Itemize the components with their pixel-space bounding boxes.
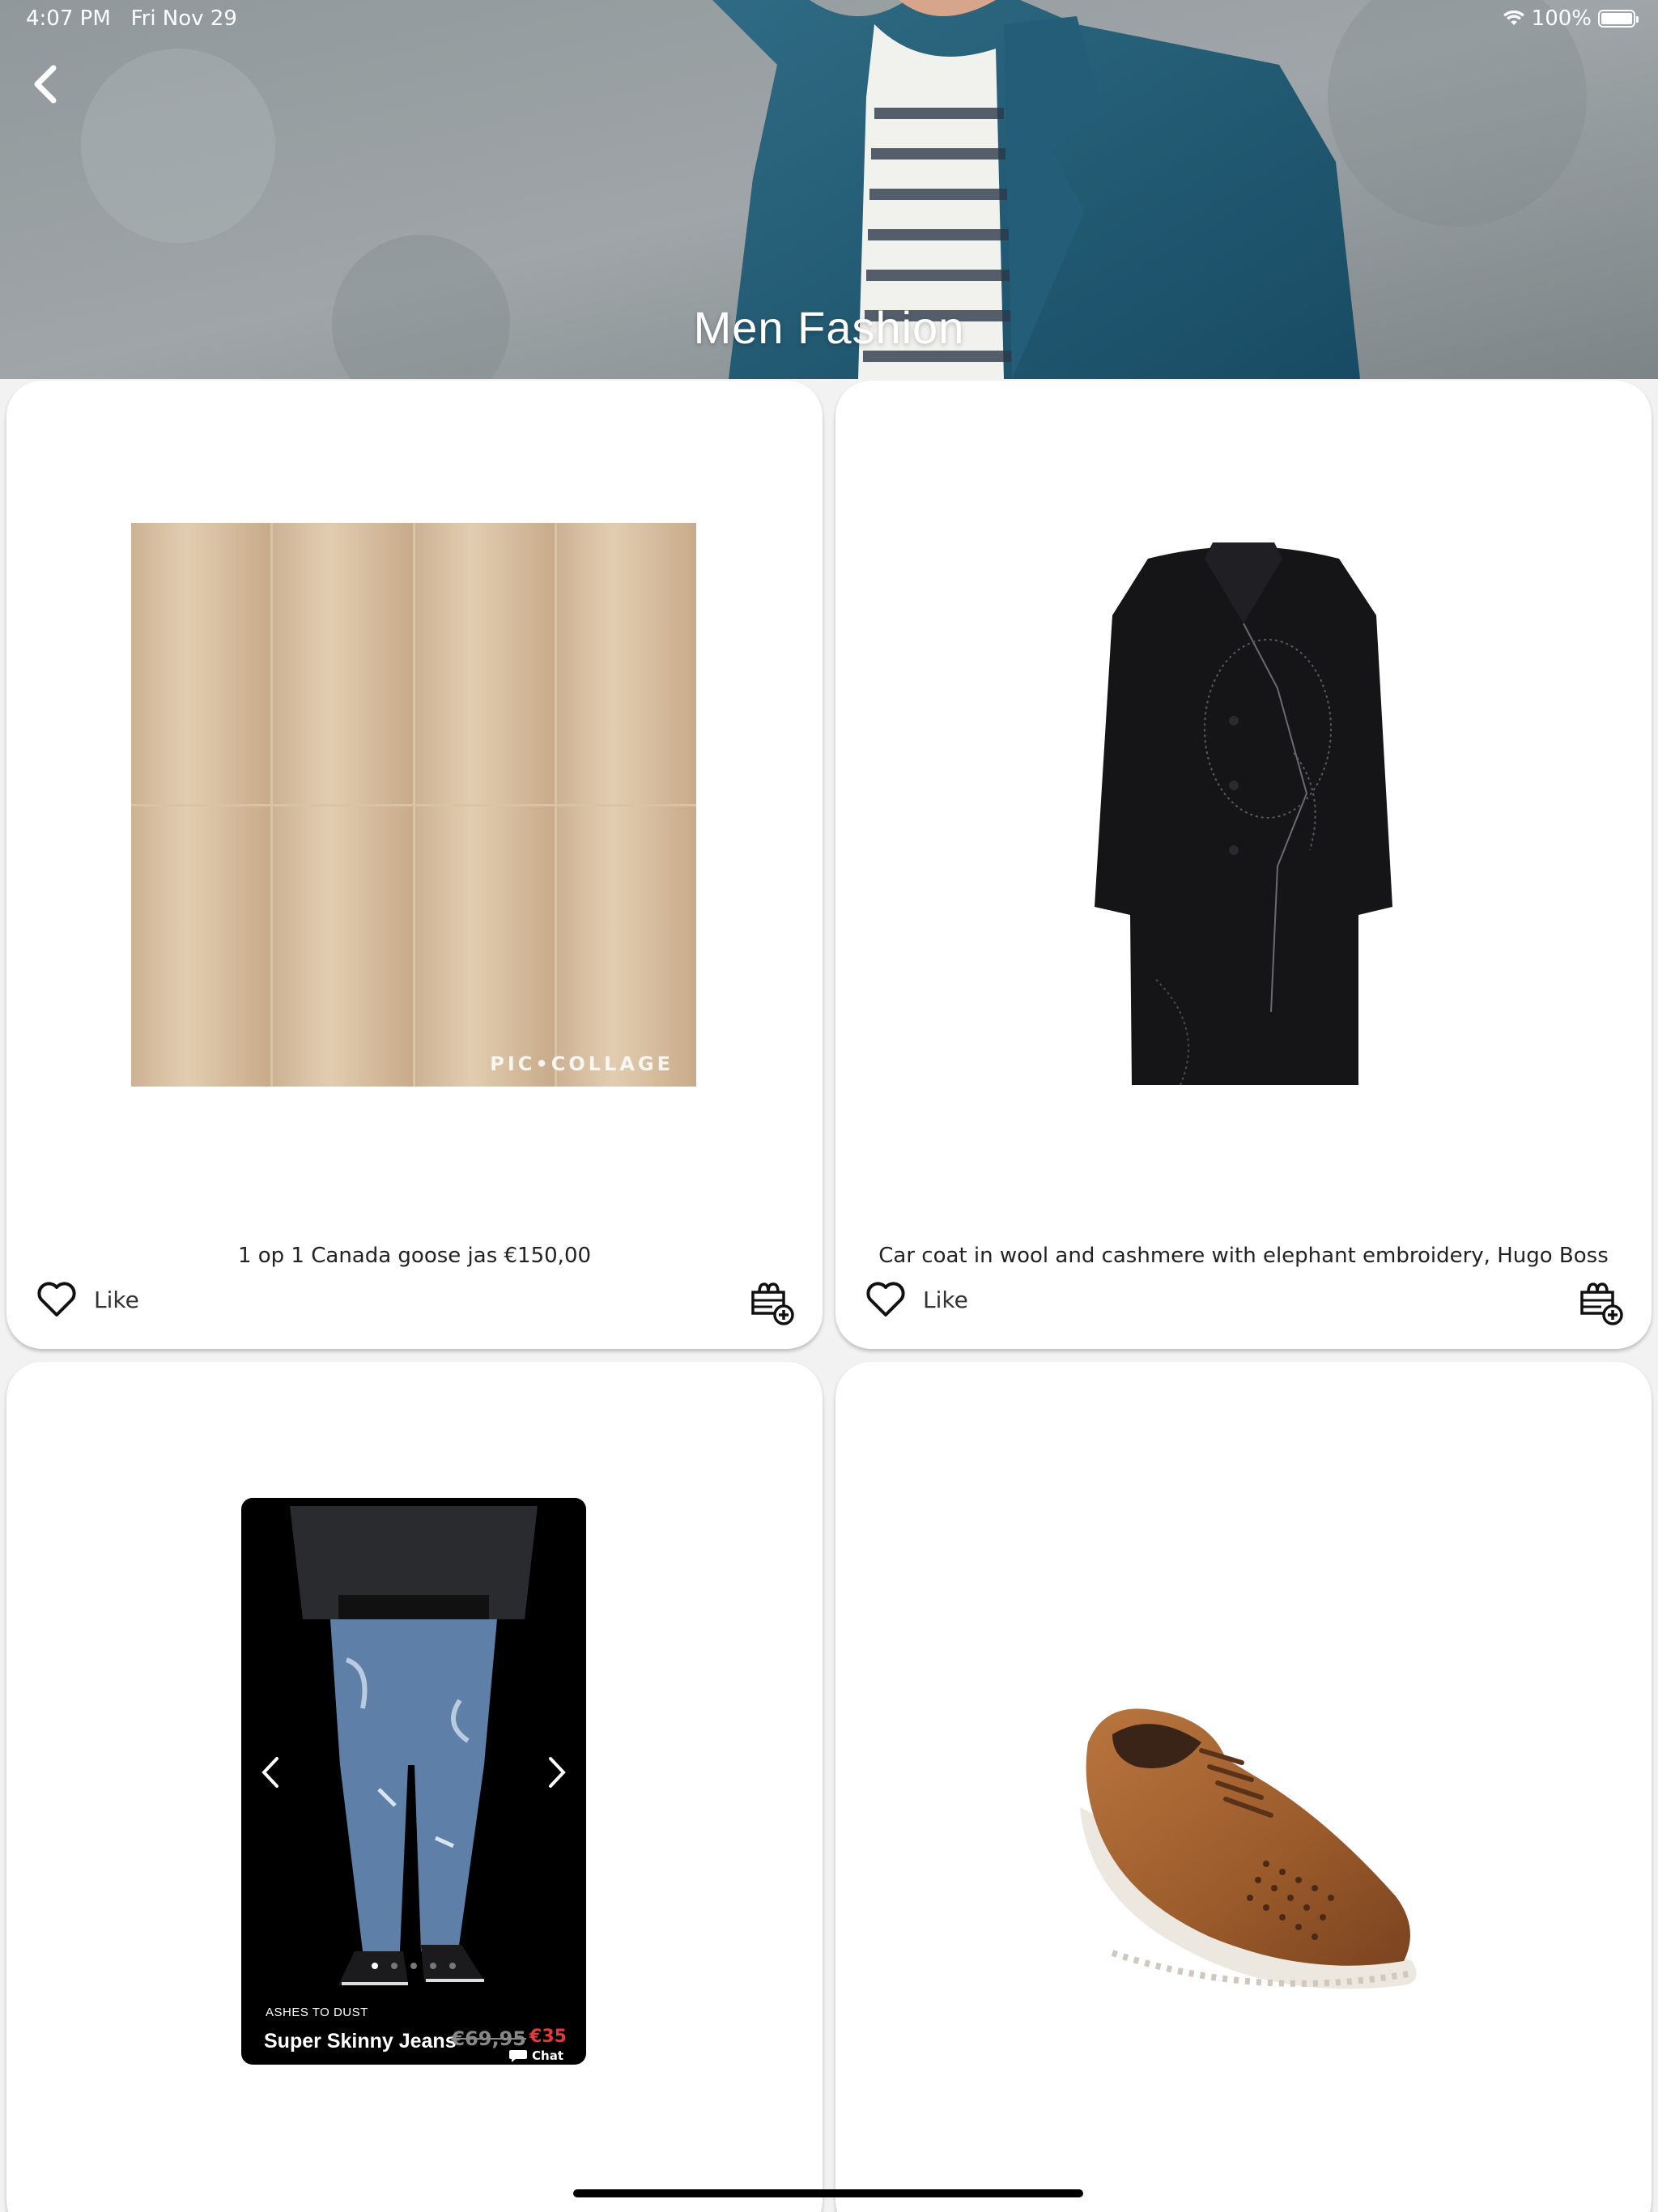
product-card[interactable]: ASHES TO DUST Super Skinny Jeans €69,95 … bbox=[6, 1362, 823, 2212]
heart-icon[interactable] bbox=[36, 1281, 78, 1318]
slide-dots[interactable] bbox=[241, 1963, 586, 1969]
collage-cell bbox=[556, 806, 696, 1087]
home-indicator[interactable] bbox=[573, 2189, 1083, 2197]
story-brand: ASHES TO DUST bbox=[266, 2006, 368, 2019]
product-image[interactable] bbox=[1083, 526, 1404, 1090]
status-date: Fri Nov 29 bbox=[130, 6, 237, 31]
product-card[interactable] bbox=[835, 1362, 1652, 2212]
page-title: Men Fashion bbox=[693, 302, 965, 353]
status-clock: 4:07 PM bbox=[26, 6, 111, 31]
chevron-right-icon[interactable] bbox=[547, 1755, 567, 1789]
story-product-name: Super Skinny Jeans bbox=[264, 2030, 457, 2052]
product-image[interactable]: PIC•COLLAGE bbox=[131, 523, 696, 1087]
category-header: 4:07 PM Fri Nov 29 100% Men Fashion bbox=[0, 0, 1658, 379]
like-label: Like bbox=[94, 1286, 139, 1313]
add-to-cart-icon[interactable] bbox=[748, 1281, 797, 1326]
like-button[interactable]: Like bbox=[865, 1281, 968, 1318]
collage-cell bbox=[414, 806, 555, 1087]
slide-dot[interactable] bbox=[391, 1963, 397, 1969]
collage-cell bbox=[131, 523, 271, 804]
collage-cell bbox=[273, 523, 413, 804]
status-bar: 4:07 PM Fri Nov 29 100% bbox=[0, 0, 1658, 39]
add-to-cart-icon[interactable] bbox=[1577, 1281, 1626, 1326]
collage-cell bbox=[556, 523, 696, 804]
slide-dot[interactable] bbox=[410, 1963, 417, 1969]
product-card[interactable]: PIC•COLLAGE 1 op 1 Canada goose jas €150… bbox=[6, 381, 823, 1349]
like-button[interactable]: Like bbox=[36, 1281, 139, 1318]
chat-bubble-icon bbox=[509, 2050, 527, 2062]
slide-dot[interactable] bbox=[449, 1963, 456, 1969]
product-title: Car coat in wool and cashmere with eleph… bbox=[878, 1244, 1609, 1268]
wifi-icon bbox=[1503, 11, 1524, 25]
product-image[interactable] bbox=[1064, 1686, 1436, 2010]
chevron-left-icon[interactable] bbox=[261, 1755, 280, 1789]
battery-icon bbox=[1598, 10, 1639, 28]
product-image[interactable]: ASHES TO DUST Super Skinny Jeans €69,95 … bbox=[241, 1498, 586, 2065]
status-right: 100% bbox=[1503, 6, 1639, 31]
story-sale-price: €35 bbox=[529, 2027, 567, 2047]
battery-percent: 100% bbox=[1531, 6, 1592, 31]
status-time: 4:07 PM Fri Nov 29 bbox=[26, 6, 237, 31]
chevron-left-icon[interactable] bbox=[29, 63, 62, 105]
heart-icon[interactable] bbox=[865, 1281, 907, 1318]
collage-cell bbox=[131, 806, 271, 1087]
slide-dot[interactable] bbox=[430, 1963, 436, 1969]
collage-cell bbox=[414, 523, 555, 804]
collage-cell bbox=[273, 806, 413, 1087]
like-label: Like bbox=[923, 1286, 968, 1313]
product-title: 1 op 1 Canada goose jas €150,00 bbox=[237, 1244, 592, 1268]
product-card[interactable]: Car coat in wool and cashmere with eleph… bbox=[835, 381, 1652, 1349]
image-watermark: PIC•COLLAGE bbox=[490, 1053, 674, 1075]
slide-dot[interactable] bbox=[372, 1963, 378, 1969]
